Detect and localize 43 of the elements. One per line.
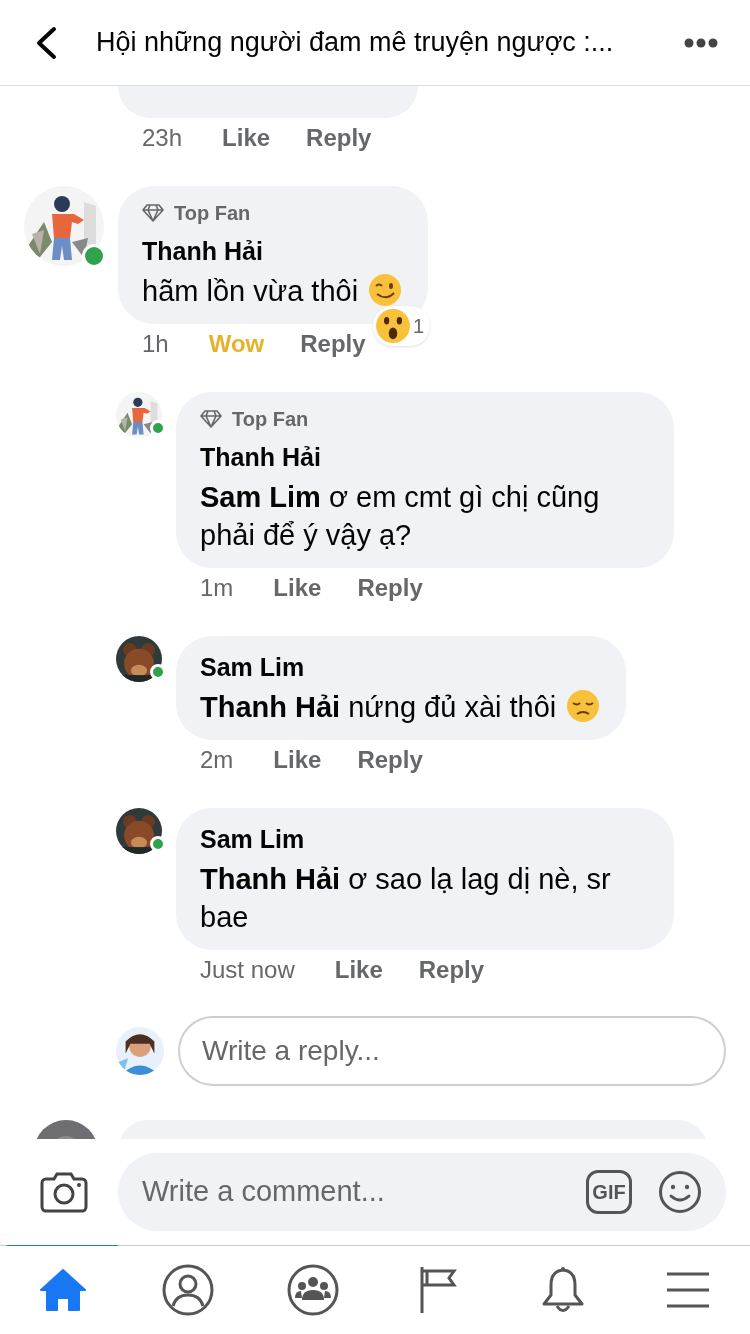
comment-time: 1m — [200, 573, 234, 603]
like-link[interactable]: Like — [273, 742, 322, 778]
emoji-icon[interactable] — [658, 1170, 702, 1214]
wow-face-icon — [374, 308, 411, 344]
gif-button[interactable]: GIF — [586, 1170, 632, 1214]
reply-link[interactable]: Reply — [357, 742, 423, 778]
author-name[interactable]: Thanh Hải — [200, 440, 648, 474]
top-fan-label: Top Fan — [232, 407, 309, 432]
like-link[interactable]: Like — [273, 570, 322, 606]
back-icon[interactable] — [34, 25, 58, 60]
comment-field[interactable]: Write a comment... GIF — [118, 1153, 726, 1231]
menu-icon — [664, 1270, 711, 1310]
camera-icon[interactable] — [40, 1171, 88, 1213]
winking-face-icon — [368, 273, 403, 307]
comment-text: Thanh Hải ơ sao lạ lag dị nè, sr bae — [200, 863, 611, 933]
author-name[interactable]: Sam Lim — [200, 822, 648, 856]
reply-link[interactable]: Reply — [300, 326, 366, 362]
home-icon — [38, 1268, 87, 1312]
diamond-icon — [142, 204, 164, 222]
comment-time: 2m — [200, 745, 234, 775]
profile-icon — [161, 1264, 214, 1316]
diamond-icon — [200, 410, 222, 428]
like-link[interactable]: Like — [334, 952, 383, 988]
reaction-summary[interactable]: 1 — [372, 306, 431, 346]
author-name[interactable]: Sam Lim — [200, 650, 601, 684]
top-fan-label: Top Fan — [174, 201, 251, 226]
sad-face-icon — [566, 689, 601, 723]
reply-link[interactable]: Reply — [357, 570, 423, 606]
groups-icon — [286, 1264, 339, 1316]
like-link[interactable]: Like — [222, 120, 271, 156]
comment-text: Thanh Hải nứng đủ xài thôi — [200, 691, 557, 723]
reply-link[interactable]: Reply — [418, 952, 485, 988]
bell-icon — [540, 1265, 585, 1315]
comment-text: hãm lồn vừa thôi — [142, 275, 359, 307]
comment-text: Sam Lim ơ em cmt gì chị cũng phải để ý vậy ạ? — [200, 481, 600, 551]
reply-field[interactable]: Write a reply... — [178, 1016, 726, 1086]
comment-time: 1h — [142, 329, 169, 359]
comment-time: Just now — [200, 955, 295, 985]
comment-time: 23h — [142, 123, 183, 153]
more-icon[interactable] — [684, 37, 718, 48]
reply-link[interactable]: Reply — [306, 120, 372, 156]
author-name[interactable]: Thanh Hải — [142, 234, 403, 268]
page-title: Hội những người đam mê truyện ngược :... — [96, 26, 614, 60]
